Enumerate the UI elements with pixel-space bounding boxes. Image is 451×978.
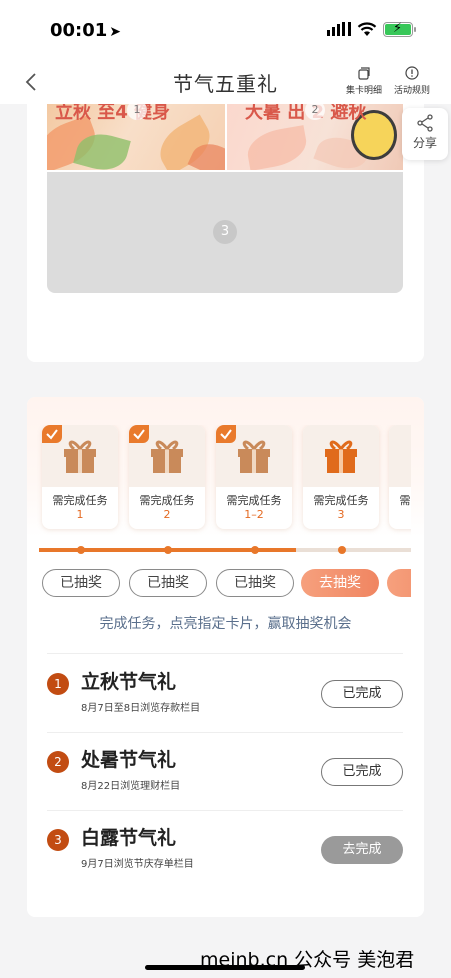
- info-icon: [405, 66, 419, 80]
- cellular-signal-icon: [327, 22, 351, 36]
- solar-term-card-1[interactable]: 立秋 至4 健身 1: [47, 104, 225, 170]
- task-row-2: 2 处暑节气礼 8月22日浏览理财栏目 已完成: [47, 733, 403, 811]
- share-button[interactable]: 分享: [402, 108, 448, 160]
- battery-icon: ⚡: [383, 21, 416, 37]
- checked-icon: [216, 425, 236, 443]
- lottery-button-1[interactable]: 已抽奖: [42, 569, 120, 597]
- reward-card-4[interactable]: 需完成任务 3: [303, 425, 379, 529]
- task-2-status-button[interactable]: 已完成: [321, 758, 403, 786]
- task-hint: 完成任务，点亮指定卡片，赢取抽奖机会: [99, 616, 352, 632]
- task-index-badge: 3: [47, 829, 69, 851]
- task-index-badge: 2: [47, 751, 69, 773]
- reward-task-count: 3: [337, 508, 345, 521]
- status-time: 00:01 ➤: [50, 20, 121, 41]
- share-icon: [417, 114, 433, 132]
- card-detail-button[interactable]: 集卡明细: [346, 65, 382, 96]
- reward-condition: 需完成任务: [226, 494, 282, 507]
- solar-term-card-3-locked[interactable]: 3: [47, 172, 403, 293]
- progress-node: [77, 546, 85, 554]
- status-time-text: 00:01: [50, 20, 108, 41]
- task-desc: 8月7日至8日浏览存款栏目: [81, 703, 201, 714]
- rewards-task-panel: 需完成任务 1 需完成任务 2 需完成任务 1–2 需完成任务 3 需完成任务: [27, 397, 424, 917]
- reward-card-3[interactable]: 需完成任务 1–2: [216, 425, 292, 529]
- task-desc: 9月7日浏览节庆存单栏目: [81, 859, 194, 870]
- status-bar: 00:01 ➤ ⚡: [0, 0, 451, 60]
- reward-progress-bar: [39, 546, 411, 554]
- checked-icon: [42, 425, 62, 443]
- reward-condition: 需完成任务: [399, 494, 412, 507]
- card-detail-label: 集卡明细: [346, 86, 383, 96]
- lottery-button-4[interactable]: 去抽奖: [301, 569, 379, 597]
- progress-node: [251, 546, 259, 554]
- gift-icon: [238, 440, 270, 473]
- solar-term-card-2[interactable]: 大暑 出 2 避秋 2: [227, 104, 403, 170]
- task-name: 立秋节气礼: [81, 671, 177, 693]
- lottery-button-row: 已抽奖 已抽奖 已抽奖 去抽奖 去: [27, 569, 411, 599]
- reward-task-count: 1–2: [244, 508, 264, 521]
- nav-bar: 节气五重礼 集卡明细 活动规则: [0, 60, 451, 104]
- status-icons: ⚡: [327, 21, 416, 37]
- home-indicator[interactable]: [145, 965, 305, 970]
- share-label: 分享: [412, 136, 437, 150]
- lottery-button-5[interactable]: 去: [387, 569, 411, 597]
- card-collection-panel: 立秋 至4 健身 1 大暑 出 2 避秋 2 3: [27, 104, 424, 362]
- reward-condition: 需完成任务: [52, 494, 108, 507]
- lottery-button-3[interactable]: 已抽奖: [216, 569, 294, 597]
- reward-task-count: 1: [76, 508, 84, 521]
- divider: [47, 653, 403, 654]
- card-1-title: 立秋 至4 健身: [55, 104, 171, 123]
- task-name: 处暑节气礼: [81, 749, 177, 771]
- wifi-icon: [357, 22, 377, 36]
- task-name: 白露节气礼: [81, 827, 177, 849]
- task-index-badge: 1: [47, 673, 69, 695]
- reward-card-1[interactable]: 需完成任务 1: [42, 425, 118, 529]
- gift-icon: [64, 440, 96, 473]
- task-desc: 8月22日浏览理财栏目: [81, 781, 181, 792]
- checked-icon: [129, 425, 149, 443]
- task-row-3: 3 白露节气礼 9月7日浏览节庆存单栏目 去完成: [47, 811, 403, 889]
- progress-node: [338, 546, 346, 554]
- location-arrow-icon: ➤: [109, 24, 122, 40]
- reward-card-5[interactable]: 需完成任务: [389, 425, 411, 529]
- rules-button[interactable]: 活动规则: [394, 65, 430, 96]
- rules-label: 活动规则: [394, 86, 431, 96]
- reward-card-2[interactable]: 需完成任务 2: [129, 425, 205, 529]
- card-stack-icon: [358, 67, 370, 80]
- gift-icon: [151, 440, 183, 473]
- progress-node: [164, 546, 172, 554]
- watermark-text: 公众号 美泡君: [288, 949, 415, 971]
- task-row-1: 1 立秋节气礼 8月7日至8日浏览存款栏目 已完成: [47, 655, 403, 733]
- reward-task-count: 2: [163, 508, 171, 521]
- card-3-number: 3: [213, 220, 237, 244]
- task-3-go-button[interactable]: 去完成: [321, 836, 403, 864]
- reward-condition: 需完成任务: [139, 494, 195, 507]
- page-title: 节气五重礼: [173, 72, 278, 96]
- gift-icon: [325, 440, 357, 473]
- reward-condition: 需完成任务: [313, 494, 369, 507]
- task-1-status-button[interactable]: 已完成: [321, 680, 403, 708]
- lottery-button-2[interactable]: 已抽奖: [129, 569, 207, 597]
- gift-icon: [407, 435, 411, 475]
